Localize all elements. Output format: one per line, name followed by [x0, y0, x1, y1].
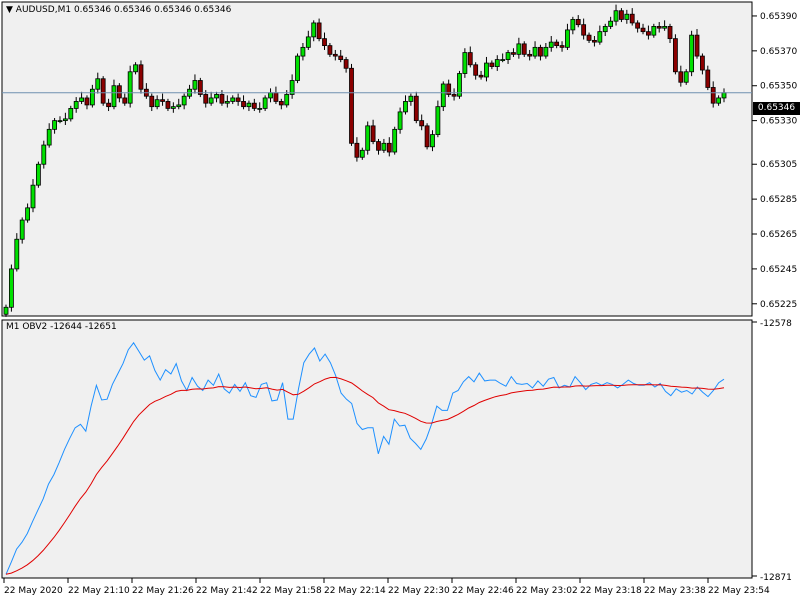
time-tick-label: 22 May 21:58 [260, 586, 322, 596]
candle[interactable] [673, 34, 678, 75]
time-tick-label: 22 May 22:30 [388, 586, 450, 596]
collapse-triangle-icon[interactable]: ▼ [6, 5, 13, 15]
price-tick-label: 0.65390 [760, 12, 797, 22]
indicator-title: M1 OBV2 -12644 -12651 [6, 322, 117, 332]
time-axis: 22 May 2020 22 May 21:10 22 May 21:26 22 Ma… [3, 578, 770, 596]
time-tick-label: 22 May 2020 [4, 586, 63, 596]
candle[interactable] [689, 30, 695, 77]
price-tick-label: 0.65225 [760, 300, 797, 310]
current-price-value: 0.65346 [757, 103, 796, 113]
main-price-axis: 0.65390 0.65370 0.65350 0.65330 0.65305 0.652… [752, 12, 797, 310]
current-price-badge: 0.65346 [753, 102, 800, 115]
candle[interactable] [440, 81, 446, 112]
time-tick-label: 22 May 23:02 [516, 586, 578, 596]
candle[interactable] [127, 65, 133, 108]
price-tick-label: 0.65305 [760, 160, 797, 170]
candle[interactable] [457, 70, 462, 99]
candle[interactable] [14, 233, 20, 272]
candle[interactable] [683, 69, 689, 85]
time-tick-label: 22 May 22:46 [452, 586, 514, 596]
candle[interactable] [365, 121, 371, 155]
time-tick-label: 22 May 21:10 [68, 586, 130, 596]
indicator-tick-label: -12578 [760, 319, 792, 329]
candle[interactable] [68, 105, 74, 122]
price-tick-label: 0.65350 [760, 82, 797, 92]
candle[interactable] [295, 53, 300, 84]
candle[interactable] [8, 264, 14, 312]
ohlc-values: 0.65346 0.65346 0.65346 0.65346 [73, 5, 232, 15]
symbol-label: AUDUSD,M1 [15, 5, 72, 15]
main-panel [1, 1, 753, 317]
candle[interactable] [392, 126, 398, 155]
candle[interactable] [413, 91, 419, 124]
price-tick-label: 0.65330 [760, 117, 797, 127]
candle[interactable] [41, 140, 47, 169]
price-tick-label: 0.65285 [760, 195, 797, 205]
indicator-axis: -12578 -12871 [752, 319, 792, 583]
price-tick-label: 0.65245 [760, 265, 797, 275]
candle[interactable] [462, 48, 468, 78]
time-tick-label: 22 May 23:38 [644, 586, 706, 596]
time-tick-label: 22 May 23:18 [580, 586, 642, 596]
time-tick-label: 22 May 21:26 [132, 586, 194, 596]
candle[interactable] [100, 76, 106, 106]
price-tick-label: 0.65265 [760, 230, 797, 240]
candle[interactable] [138, 60, 144, 94]
candle[interactable] [424, 123, 430, 150]
candle[interactable] [262, 95, 268, 112]
main-title: ▼ AUDUSD,M1 0.65346 0.65346 0.65346 0.65… [6, 5, 231, 16]
time-tick-label: 22 May 22:14 [324, 586, 386, 596]
candle[interactable] [197, 77, 203, 98]
price-tick-label: 0.65370 [760, 47, 797, 57]
chart-window: 0.65390 0.65370 0.65350 0.65330 0.65305 0.652… [1, 1, 797, 596]
time-tick-label: 22 May 21:42 [196, 586, 258, 596]
candle[interactable] [349, 63, 354, 146]
time-tick-label: 22 May 23:54 [708, 586, 770, 596]
indicator-tick-label: -12871 [760, 573, 792, 583]
candle[interactable] [521, 41, 527, 57]
candle[interactable] [35, 161, 41, 188]
